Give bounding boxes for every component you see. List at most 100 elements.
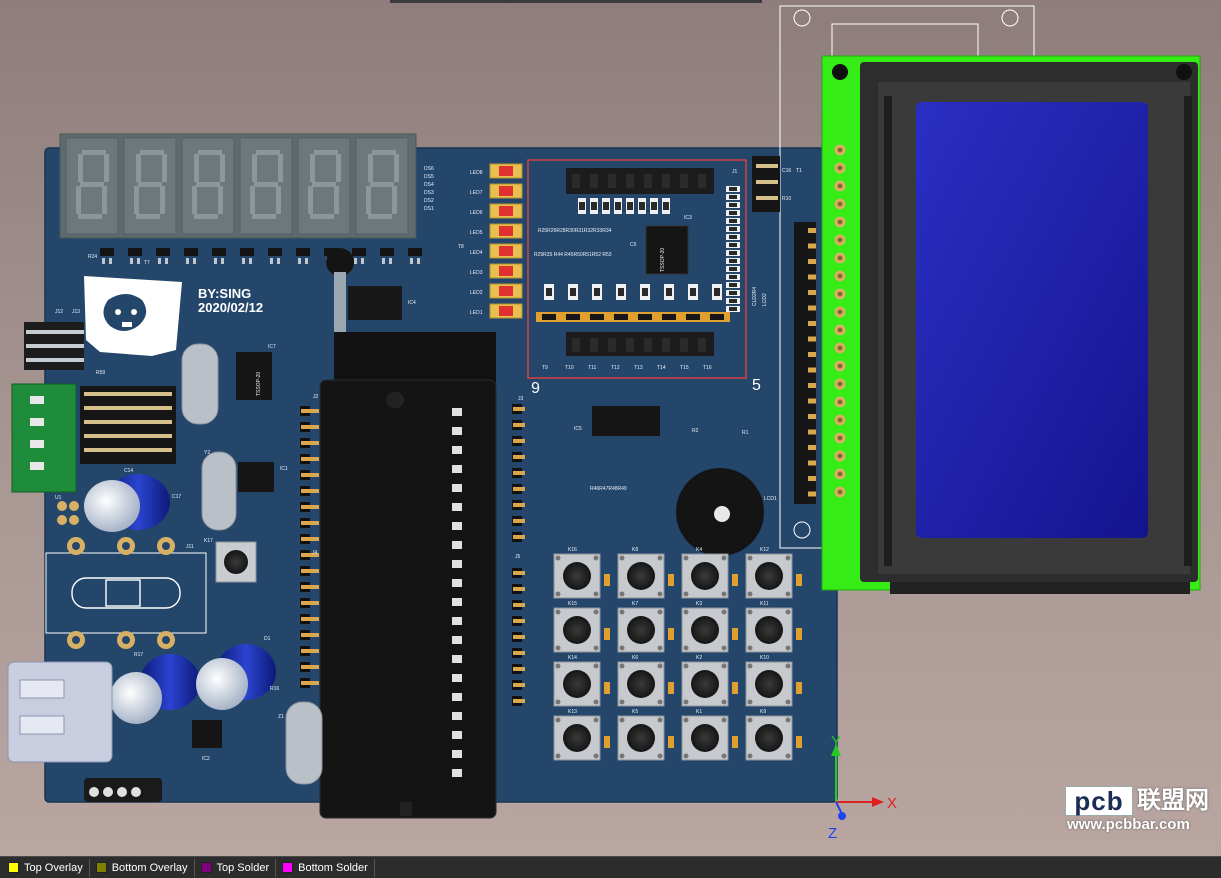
led-label-6: LED6	[470, 210, 483, 216]
y2-label: Z1	[278, 714, 284, 720]
led-8	[499, 166, 513, 176]
header-socket-bottom	[566, 332, 714, 356]
transistor-label-15: T15	[680, 365, 689, 371]
ds2-label: DS2	[424, 198, 434, 204]
zif-socket	[319, 332, 497, 819]
led-1	[499, 306, 513, 316]
swatch-top-solder	[200, 862, 212, 873]
author-text: BY:SING	[198, 286, 251, 301]
crystal-y1	[201, 451, 237, 531]
led-label-4: LED4	[470, 250, 483, 256]
watermark-logo: pcb	[1065, 786, 1133, 816]
key-label: K13	[568, 709, 577, 715]
layer-tab-label: Bottom Solder	[298, 861, 368, 874]
z1-label: LCD1	[764, 496, 777, 502]
key-label: K8	[632, 547, 638, 553]
ic5-chip	[592, 406, 660, 436]
j5-label: J5	[515, 554, 521, 560]
silk-logo	[84, 276, 182, 356]
tssop-label-2: TSSOP-20	[256, 372, 262, 396]
key-label: K11	[760, 601, 769, 607]
pcbbar-watermark: pcb 联盟网 www.pcbbar.com	[1065, 786, 1215, 833]
swatch-bottom-solder	[282, 862, 294, 873]
transistor-label-13: T13	[634, 365, 643, 371]
ic2-label: IC2	[202, 756, 210, 762]
layer-tab-label: Bottom Overlay	[111, 861, 188, 874]
r1-label: R1	[742, 430, 749, 436]
ic4-chip	[348, 286, 402, 320]
header-bottom-4pin	[84, 778, 162, 802]
key-label: K9	[760, 709, 766, 715]
key-label: K2	[696, 655, 702, 661]
j4-label: J4	[312, 550, 318, 556]
layer-tab-label: Top Solder	[216, 861, 270, 874]
r10-label: R10	[782, 196, 791, 202]
led-2	[499, 286, 513, 296]
y1-label: Y2	[204, 450, 210, 456]
u1-label: U1	[55, 495, 62, 501]
t7-label: T7	[144, 260, 150, 266]
layer-tab-top-overlay[interactable]: Top Overlay	[4, 858, 90, 877]
j1-label: J1	[732, 169, 738, 175]
lcd1-label: LCD2	[762, 293, 768, 306]
ds5-label: DS5	[424, 174, 434, 180]
ic3-label: IC3	[684, 215, 692, 221]
axis-x-label: X	[887, 795, 897, 812]
crystal-y2	[285, 701, 323, 785]
pcb-3d-view: DS6 DS5 DS4 DS3 DS2 DS1 R24 T7 T8 BY:SIN…	[7, 0, 1201, 842]
silk-number-a: 6	[531, 378, 540, 395]
3d-viewport[interactable]: DS6 DS5 DS4 DS3 DS2 DS1 R24 T7 T8 BY:SIN…	[0, 0, 1221, 856]
r2-label: R2	[692, 428, 699, 434]
layer-tab-top-solder[interactable]: Top Solder	[197, 858, 277, 877]
c13-label: D1	[264, 636, 271, 642]
watermark-cn-text: 联盟网	[1137, 786, 1209, 814]
layer-tab-bar: Top Overlay Bottom Overlay Top Solder Bo…	[0, 856, 1221, 878]
date-text: 2020/02/12	[198, 300, 263, 315]
r17-label: C16	[782, 168, 791, 174]
transistor-label-11: T11	[588, 365, 596, 371]
transistor-label-16: T16	[703, 365, 712, 371]
ds1-label: DS1	[424, 206, 434, 212]
tssop-chip-ic7	[236, 352, 272, 400]
c16-label: T1	[796, 168, 802, 174]
led-label-7: LED7	[470, 190, 483, 196]
header-j1	[752, 156, 780, 212]
led-label-5: LED5	[470, 230, 483, 236]
black-headers-left	[80, 386, 176, 464]
key-label: K6	[632, 655, 638, 661]
ic7-label: IC7	[268, 344, 276, 350]
resistor-row-low: R46R47R48R49	[590, 486, 627, 492]
ic4-label: IC4	[408, 300, 416, 306]
tssop-chip-matrix	[645, 225, 689, 275]
t8-label: T8	[458, 244, 464, 250]
layer-tab-bottom-solder[interactable]: Bottom Solder	[278, 858, 375, 877]
key-label: K5	[632, 709, 638, 715]
axis-gizmo: Y X Z	[828, 733, 897, 842]
header-socket-top	[566, 168, 714, 194]
ic1-chip	[238, 462, 274, 492]
led-label-1: LED1	[470, 310, 483, 316]
resistor-row-top: R25R26R28R30R31R32R33R34	[538, 228, 612, 234]
j3-label: J3	[518, 396, 524, 402]
ic1-label: IC1	[280, 466, 288, 472]
ds3-label: DS3	[424, 190, 434, 196]
transistor-label-12: T12	[611, 365, 620, 371]
top-toolbar-edge	[390, 0, 762, 3]
ds4-label: DS4	[424, 182, 434, 188]
lcd-screen	[916, 102, 1148, 538]
led-3	[499, 266, 513, 276]
led-7	[499, 186, 513, 196]
key-label: K16	[568, 547, 577, 553]
key-label: K1	[696, 709, 702, 715]
watermark-url: www.pcbbar.com	[1067, 816, 1190, 833]
led-6	[499, 206, 513, 216]
swatch-top-overlay	[8, 862, 19, 873]
key-label: K12	[760, 547, 769, 553]
led-5	[499, 226, 513, 236]
to92-leg	[334, 272, 346, 342]
key-label: K4	[696, 547, 702, 553]
layer-tab-bottom-overlay[interactable]: Bottom Overlay	[92, 858, 195, 877]
k17-label: K17	[204, 538, 213, 544]
lcd-module	[779, 5, 1201, 594]
lcd2-label: CLD2R4	[752, 287, 758, 306]
